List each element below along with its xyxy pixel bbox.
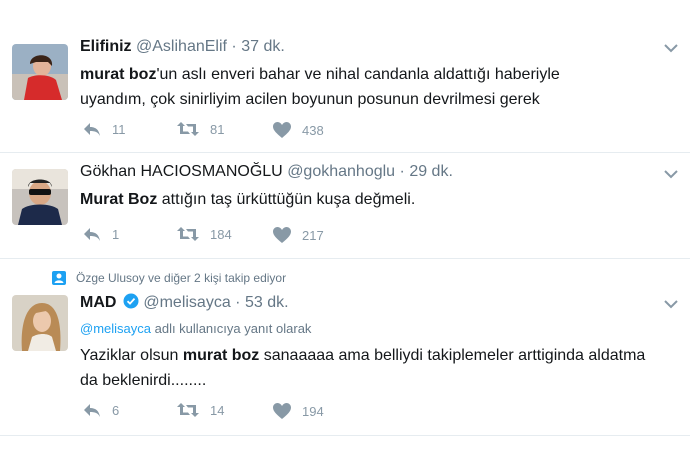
like-count: 194 bbox=[302, 403, 324, 419]
reply-button[interactable]: 11 bbox=[82, 121, 126, 137]
avatar[interactable] bbox=[12, 44, 68, 100]
retweet-count: 14 bbox=[210, 402, 225, 418]
retweet-button[interactable]: 184 bbox=[176, 226, 232, 242]
like-button[interactable]: 217 bbox=[272, 226, 324, 244]
tweet[interactable]: Gökhan HACIOSMANOĞLU @gokhanhoglu · 29 d… bbox=[0, 153, 690, 259]
tweet-feed: Elifiniz @AslihanElif · 37 dk. murat boz… bbox=[0, 0, 690, 466]
tweet-text-bold: murat boz bbox=[80, 66, 157, 83]
reply-count: 11 bbox=[112, 121, 126, 137]
reply-count: 6 bbox=[112, 402, 120, 418]
like-count: 217 bbox=[302, 227, 324, 243]
heart-icon bbox=[272, 402, 292, 420]
separator-dot: · bbox=[399, 163, 405, 180]
reply-icon bbox=[82, 402, 102, 418]
timestamp[interactable]: 29 dk. bbox=[409, 163, 453, 180]
reply-context-text: adlı kullanıcıya yanıt olarak bbox=[151, 321, 312, 336]
chevron-down-icon[interactable] bbox=[664, 43, 678, 53]
reply-icon bbox=[82, 226, 102, 242]
like-count: 438 bbox=[302, 122, 324, 138]
tweet-text-line2: uyandım, çok sinirliyim acilen boyunun p… bbox=[80, 91, 540, 108]
retweet-button[interactable]: 14 bbox=[176, 402, 224, 418]
like-button[interactable]: 194 bbox=[272, 402, 324, 420]
reply-count: 1 bbox=[112, 226, 120, 242]
separator-dot: · bbox=[231, 38, 237, 55]
separator-dot: · bbox=[235, 294, 241, 311]
display-name[interactable]: Elifiniz bbox=[80, 38, 132, 55]
retweet-icon bbox=[176, 402, 200, 418]
like-button[interactable]: 438 bbox=[272, 121, 324, 139]
heart-icon bbox=[272, 121, 292, 139]
chevron-down-icon[interactable] bbox=[664, 169, 678, 179]
reply-button[interactable]: 1 bbox=[82, 226, 119, 242]
tweet-text-pre: Yaziklar olsun bbox=[80, 347, 183, 364]
tweet-text-bold: murat boz bbox=[182, 347, 260, 364]
tweet-text-bold: Murat Boz bbox=[80, 191, 158, 208]
avatar[interactable] bbox=[12, 295, 68, 351]
display-name[interactable]: Gökhan HACIOSMANOĞLU bbox=[80, 163, 283, 180]
follow-context-text: Özge Ulusoy ve diğer 2 kişi takip ediyor bbox=[76, 271, 287, 285]
follow-context[interactable]: Özge Ulusoy ve diğer 2 kişi takip ediyor bbox=[52, 271, 286, 285]
follow-context-icon bbox=[52, 271, 66, 285]
tweet-text: Yaziklar olsun murat boz sanaaaaa ama be… bbox=[80, 343, 680, 393]
retweet-icon bbox=[176, 226, 200, 242]
timestamp[interactable]: 53 dk. bbox=[245, 294, 289, 311]
display-name[interactable]: MAD bbox=[80, 294, 116, 311]
verified-icon bbox=[123, 293, 139, 309]
tweet-text-rest: 'un aslı enveri bahar ve nihal candanla … bbox=[156, 66, 560, 83]
tweet-text: Murat Boz attığın taş ürküttüğün kuşa de… bbox=[80, 187, 680, 212]
reply-icon bbox=[82, 121, 102, 137]
retweet-button[interactable]: 81 bbox=[176, 121, 224, 137]
user-handle[interactable]: @AslihanElif bbox=[136, 38, 227, 55]
tweet[interactable]: Elifiniz @AslihanElif · 37 dk. murat boz… bbox=[0, 0, 690, 153]
tweet-text-line2: da beklenirdi........ bbox=[80, 372, 207, 389]
reply-mention-link[interactable]: @melisayca bbox=[80, 321, 151, 336]
retweet-count: 81 bbox=[210, 121, 225, 137]
retweet-count: 184 bbox=[210, 226, 232, 242]
tweet-text-rest: sanaaaaa ama belliydi takiplemeler artti… bbox=[259, 347, 646, 364]
user-handle[interactable]: @melisayca bbox=[143, 294, 230, 311]
tweet-text-rest: attığın taş ürküttüğün kuşa değmeli. bbox=[157, 191, 416, 208]
tweet[interactable]: Özge Ulusoy ve diğer 2 kişi takip ediyor… bbox=[0, 259, 690, 436]
retweet-icon bbox=[176, 121, 200, 137]
reply-context: @melisayca adlı kullanıcıya yanıt olarak bbox=[80, 321, 311, 336]
heart-icon bbox=[272, 226, 292, 244]
chevron-down-icon[interactable] bbox=[664, 299, 678, 309]
user-handle[interactable]: @gokhanhoglu bbox=[287, 163, 395, 180]
reply-button[interactable]: 6 bbox=[82, 402, 119, 418]
tweet-text: murat boz'un aslı enveri bahar ve nihal … bbox=[80, 62, 680, 112]
timestamp[interactable]: 37 dk. bbox=[241, 38, 285, 55]
avatar[interactable] bbox=[12, 169, 68, 225]
